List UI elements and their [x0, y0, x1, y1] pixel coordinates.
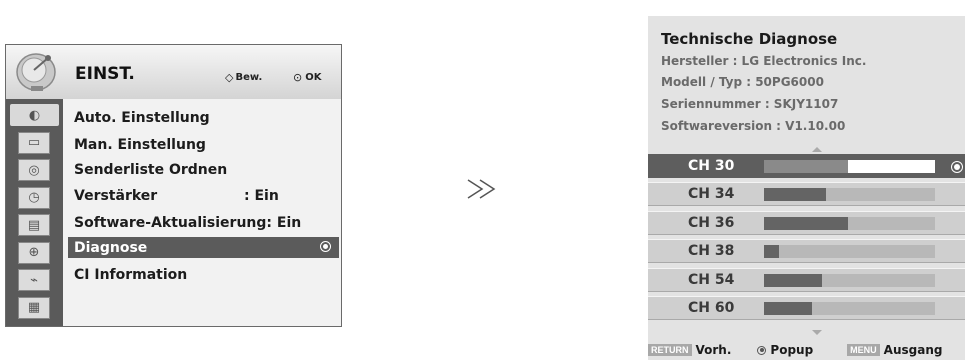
signal-strength-fill: [764, 302, 812, 315]
option-icon[interactable]: ▤: [18, 214, 50, 236]
signal-strength-bar: [764, 302, 935, 315]
return-key-badge[interactable]: RETURN: [648, 344, 692, 356]
menu-item[interactable]: Auto. Einstellung: [68, 107, 339, 128]
channel-row[interactable]: CH 36: [648, 210, 965, 235]
menu-title: EINST.: [75, 64, 135, 84]
menu-item-label: Diagnose: [74, 239, 148, 256]
serial-info: Seriennummer : SKJY1107: [661, 97, 839, 111]
menu-item[interactable]: CI Information: [68, 264, 339, 285]
selected-radio-icon: [320, 241, 331, 252]
picture-icon[interactable]: ◐: [10, 104, 59, 126]
menu-item-label: Man. Einstellung: [74, 136, 206, 153]
diagnostics-title: Technische Diagnose: [661, 30, 838, 48]
key-hint-bar: RETURN Vorh. Popup MENU Ausgang: [648, 340, 965, 360]
popup-hint-label: Popup: [770, 343, 814, 357]
channel-label: CH 30: [688, 158, 735, 174]
navigation-arrows-icon: ◇: [225, 71, 234, 84]
input-icon[interactable]: ⌁: [18, 269, 50, 291]
channel-row[interactable]: CH 30: [648, 154, 965, 178]
ok-hint: ⊙ OK: [293, 71, 321, 84]
channel-row[interactable]: CH 60: [648, 296, 965, 320]
menu-key-badge[interactable]: MENU: [847, 344, 880, 356]
signal-strength-fill: [764, 216, 848, 230]
menu-item[interactable]: Man. Einstellung: [68, 134, 339, 155]
selected-radio-icon: [951, 161, 963, 173]
signal-strength-bar: [764, 245, 935, 259]
menu-item[interactable]: Diagnose: [68, 237, 339, 258]
channel-row[interactable]: CH 34: [648, 182, 965, 207]
category-icon-column: ◐ ▭ ◎ ◷ ▤ ⊕ ⌁ ▦: [6, 99, 63, 326]
scroll-up-icon[interactable]: [812, 147, 822, 152]
channel-row[interactable]: CH 38: [648, 239, 965, 264]
scroll-down-icon[interactable]: [812, 330, 822, 335]
manufacturer-info: Hersteller : LG Electronics Inc.: [661, 54, 867, 68]
satellite-dish-icon: [16, 53, 56, 91]
settings-menu: EINST. ◇ Bew. ⊙ OK ◐ ▭ ◎ ◷ ▤ ⊕ ⌁ ▦ Auto. Einste…: [5, 44, 342, 327]
channel-label: CH 34: [688, 186, 735, 203]
popup-button-icon[interactable]: [757, 345, 767, 355]
signal-strength-fill: [764, 245, 779, 259]
menu-item[interactable]: Senderliste Ordnen: [68, 159, 339, 180]
audio-icon[interactable]: ◎: [18, 159, 50, 181]
lock-icon[interactable]: ⊕: [18, 241, 50, 264]
ok-button-icon: ⊙: [293, 71, 303, 84]
menu-item[interactable]: Verstärker : Ein: [68, 185, 339, 206]
channel-label: CH 54: [688, 271, 735, 288]
usb-icon[interactable]: ▦: [18, 296, 50, 319]
clock-icon[interactable]: ◷: [18, 186, 50, 209]
move-hint: ◇ Bew.: [225, 71, 262, 84]
menu-header: EINST. ◇ Bew. ⊙ OK: [6, 45, 341, 99]
signal-strength-bar: [764, 273, 935, 287]
menu-item-label: Software-Aktualisierung: Ein: [74, 214, 302, 231]
signal-strength-fill: [764, 160, 848, 173]
signal-strength-fill: [764, 188, 826, 202]
signal-strength-fill: [764, 273, 822, 287]
signal-strength-bar: [764, 216, 935, 230]
software-info: Softwareversion : V1.10.00: [661, 119, 846, 133]
ok-hint-label: OK: [305, 72, 322, 83]
move-hint-label: Bew.: [235, 72, 263, 83]
signal-strength-bar: [764, 188, 935, 202]
channel-label: CH 38: [688, 243, 735, 260]
next-step-arrow-icon: [467, 179, 496, 199]
menu-item-label: Verstärker: [74, 187, 158, 204]
channel-label: CH 36: [688, 214, 735, 231]
channel-label: CH 60: [688, 300, 735, 316]
return-hint-label: Vorh.: [695, 343, 732, 357]
model-info: Modell / Typ : 50PG6000: [661, 75, 824, 89]
menu-item[interactable]: Software-Aktualisierung: Ein: [68, 212, 339, 233]
menu-item-value: : Ein: [244, 187, 279, 204]
diagnostics-panel: Technische Diagnose Hersteller : LG Elec…: [648, 16, 965, 360]
signal-strength-bar: [764, 160, 935, 173]
channel-row[interactable]: CH 54: [648, 267, 965, 292]
menu-item-label: CI Information: [74, 266, 188, 283]
menu-hint-label: Ausgang: [883, 343, 943, 357]
menu-item-label: Senderliste Ordnen: [74, 161, 228, 178]
screen-icon[interactable]: ▭: [18, 131, 50, 154]
menu-item-label: Auto. Einstellung: [74, 109, 210, 126]
